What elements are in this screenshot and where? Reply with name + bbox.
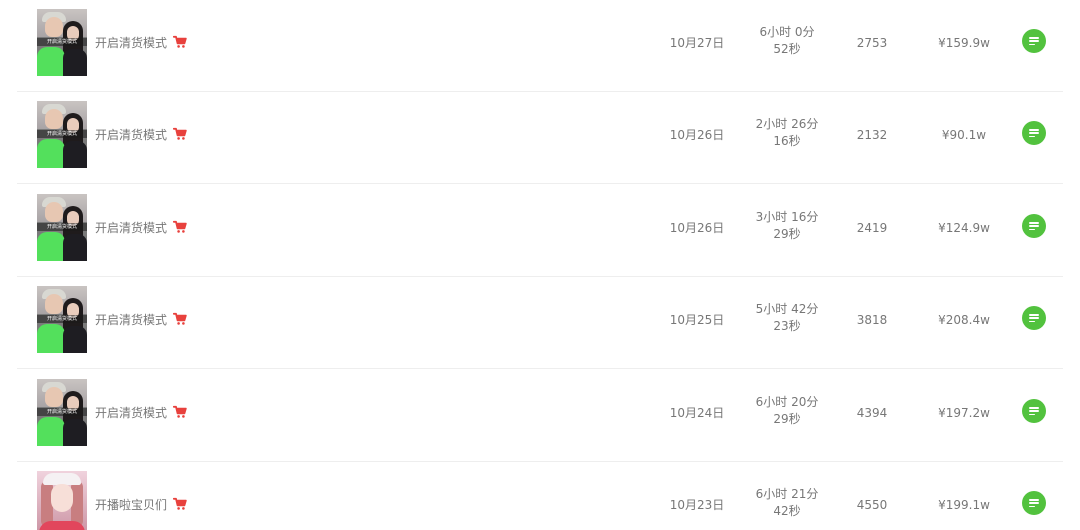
list-detail-icon[interactable] [1022, 214, 1046, 238]
live-session-list: 开启清货模式 开启清货模式 10月27日 6小时 0分 52秒 2753 ¥15… [0, 0, 1080, 530]
list-detail-icon[interactable] [1022, 399, 1046, 423]
duration-seconds: 42秒 [773, 504, 801, 518]
cart-icon [173, 405, 187, 418]
duration-hours-minutes: 2小时 26分 [755, 117, 819, 131]
session-thumbnail[interactable]: 开启清货模式 [37, 194, 87, 261]
session-thumbnail[interactable]: 开启清货模式 [37, 101, 87, 168]
cart-icon [173, 127, 187, 140]
duration-hours-minutes: 6小时 21分 [755, 487, 819, 501]
duration-hours-minutes: 3小时 16分 [755, 210, 819, 224]
sales-amount: ¥90.1w [941, 128, 987, 142]
session-date: 10月26日 [669, 128, 725, 142]
duration-seconds: 16秒 [773, 134, 801, 148]
duration-seconds: 52秒 [773, 42, 801, 56]
session-duration: 2小时 26分 16秒 [737, 116, 837, 150]
viewer-count: 2419 [856, 221, 888, 235]
session-date: 10月27日 [669, 36, 725, 50]
session-title[interactable]: 开启清货模式 [95, 219, 167, 237]
cart-icon [173, 497, 187, 510]
session-date: 10月23日 [669, 498, 725, 512]
thumbnail-caption: 开启清货模式 [37, 223, 87, 231]
cart-icon [173, 35, 187, 48]
session-title[interactable]: 开启清货模式 [95, 126, 167, 144]
duration-hours-minutes: 6小时 0分 [759, 25, 815, 39]
viewer-count: 2132 [856, 128, 888, 142]
sales-amount: ¥124.9w [938, 221, 990, 235]
list-item[interactable]: 开启清货模式 开启清货模式 10月25日 5小时 42分 23秒 3818 ¥2… [17, 277, 1063, 369]
session-duration: 6小时 20分 29秒 [737, 394, 837, 428]
list-item[interactable]: 开启清货模式 开启清货模式 10月26日 2小时 26分 16秒 2132 ¥9… [17, 92, 1063, 184]
viewer-count: 2753 [856, 36, 888, 50]
sales-amount: ¥197.2w [938, 406, 990, 420]
list-detail-icon[interactable] [1022, 29, 1046, 53]
duration-seconds: 23秒 [773, 319, 801, 333]
session-thumbnail[interactable]: 开启清货模式 [37, 379, 87, 446]
sales-amount: ¥208.4w [938, 313, 990, 327]
list-detail-icon[interactable] [1022, 121, 1046, 145]
session-title[interactable]: 开播啦宝贝们 [95, 496, 167, 514]
duration-hours-minutes: 5小时 42分 [755, 302, 819, 316]
session-date: 10月26日 [669, 221, 725, 235]
list-item[interactable]: 开启清货模式 开启清货模式 10月24日 6小时 20分 29秒 4394 ¥1… [17, 370, 1063, 462]
cart-icon [173, 220, 187, 233]
list-item[interactable]: 开启清货模式 开启清货模式 10月27日 6小时 0分 52秒 2753 ¥15… [17, 0, 1063, 92]
list-item[interactable]: 开播啦宝贝们 10月23日 6小时 21分 42秒 4550 ¥199.1w [17, 462, 1063, 530]
session-duration: 3小时 16分 29秒 [737, 209, 837, 243]
viewer-count: 3818 [856, 313, 888, 327]
session-date: 10月24日 [669, 406, 725, 420]
session-title[interactable]: 开启清货模式 [95, 34, 167, 52]
sales-amount: ¥199.1w [938, 498, 990, 512]
duration-seconds: 29秒 [773, 412, 801, 426]
session-thumbnail[interactable] [37, 471, 87, 530]
viewer-count: 4394 [856, 406, 888, 420]
session-duration: 6小时 0分 52秒 [737, 24, 837, 58]
viewer-count: 4550 [856, 498, 888, 512]
session-thumbnail[interactable]: 开启清货模式 [37, 9, 87, 76]
session-title[interactable]: 开启清货模式 [95, 311, 167, 329]
sales-amount: ¥159.9w [938, 36, 990, 50]
thumbnail-caption: 开启清货模式 [37, 38, 87, 46]
session-duration: 5小时 42分 23秒 [737, 301, 837, 335]
session-date: 10月25日 [669, 313, 725, 327]
thumbnail-caption: 开启清货模式 [37, 130, 87, 138]
duration-hours-minutes: 6小时 20分 [755, 395, 819, 409]
session-duration: 6小时 21分 42秒 [737, 486, 837, 520]
thumbnail-caption: 开启清货模式 [37, 315, 87, 323]
list-item[interactable]: 开启清货模式 开启清货模式 10月26日 3小时 16分 29秒 2419 ¥1… [17, 185, 1063, 277]
list-detail-icon[interactable] [1022, 306, 1046, 330]
thumbnail-caption: 开启清货模式 [37, 408, 87, 416]
list-detail-icon[interactable] [1022, 491, 1046, 515]
session-title[interactable]: 开启清货模式 [95, 404, 167, 422]
session-thumbnail[interactable]: 开启清货模式 [37, 286, 87, 353]
duration-seconds: 29秒 [773, 227, 801, 241]
cart-icon [173, 312, 187, 325]
